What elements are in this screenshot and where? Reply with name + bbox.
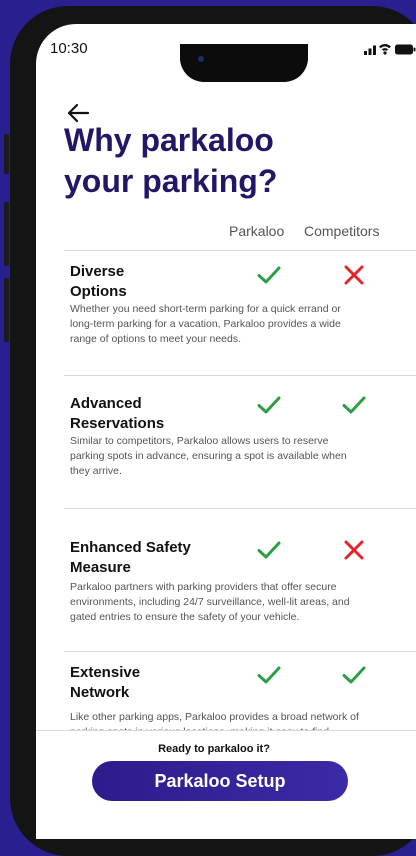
row-divider [64,508,416,509]
parkaloo-setup-button[interactable]: Parkaloo Setup [92,761,348,801]
cross-icon [344,265,364,285]
check-icon [257,266,281,284]
battery-icon [395,44,416,55]
check-icon [342,666,366,684]
ready-prompt: Ready to parkaloo it? [158,743,270,755]
volume-down-button [4,278,9,342]
feature-description: Similar to competitors, Parkaloo allows … [70,435,347,477]
header-divider [64,250,416,251]
row-divider [64,651,416,652]
check-icon [257,541,281,559]
footer-cta-bar: Ready to parkaloo it? Parkaloo Setup [36,730,416,839]
column-header-competitors: Competitors [304,223,380,239]
wifi-icon [379,44,391,55]
feature-title: Enhanced Safety Measure [70,539,191,576]
front-camera-icon [198,56,204,62]
status-time: 10:30 [50,40,88,57]
title-line-1: Why parkaloo [64,122,274,158]
signal-icon [364,45,376,55]
check-icon [342,396,366,414]
feature-title: Extensive Network [70,664,141,701]
cross-icon [344,540,364,560]
check-icon [257,396,281,414]
camera-notch [180,44,308,82]
app-screen: 10:30 Why parkaloo your parking? Parkalo… [36,24,416,839]
feature-description: Parkaloo partners with parking providers… [70,581,350,623]
status-icons [364,44,416,55]
check-icon [257,666,281,684]
row-divider [64,375,416,376]
mute-switch [4,134,9,174]
feature-title: Diverse Options [70,263,127,300]
volume-up-button [4,202,9,266]
column-header-parkaloo: Parkaloo [229,223,285,239]
page-title: Why parkaloo your parking? [64,120,384,202]
title-line-2: your parking? [64,163,278,199]
feature-description: Whether you need short-term parking for … [70,303,341,345]
feature-title: Advanced Reservations [70,395,165,432]
